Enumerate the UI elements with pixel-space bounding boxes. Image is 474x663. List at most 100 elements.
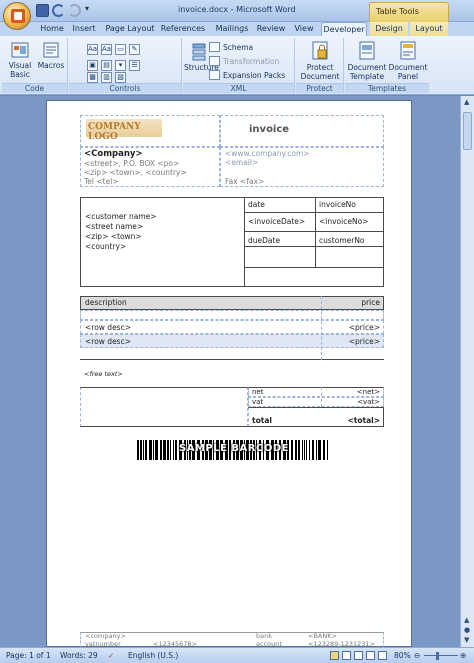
expansion-packs-button[interactable]: Expansion Packs xyxy=(209,70,285,80)
contact-cell: <www.company.com> <email> Fax <fax> xyxy=(220,147,384,187)
totals-spacer-cell xyxy=(80,387,248,427)
schema-button[interactable]: Schema xyxy=(209,42,253,52)
full-screen-reading-icon[interactable] xyxy=(342,651,351,660)
expansion-packs-icon xyxy=(209,70,220,80)
status-page[interactable]: Page: 1 of 1 xyxy=(6,651,51,660)
zoom-level[interactable]: 80% xyxy=(394,651,411,660)
items-spacer-row xyxy=(80,310,384,320)
undo-icon[interactable] xyxy=(52,4,65,17)
ribbon-tabs: Home Insert Page Layout References Maili… xyxy=(0,22,474,36)
protect-document-button[interactable]: Protect Document xyxy=(298,40,342,81)
zoom-slider[interactable] xyxy=(424,655,458,656)
save-icon[interactable] xyxy=(36,4,49,17)
draft-icon[interactable] xyxy=(378,651,387,660)
schema-icon xyxy=(209,42,220,52)
transformation-button[interactable]: Transformation xyxy=(209,56,279,66)
building-block-icon[interactable]: ▥ xyxy=(101,72,112,83)
legacy-tools-icon[interactable]: ▭ xyxy=(115,44,126,55)
group-icon[interactable]: ▧ xyxy=(115,72,126,83)
picture-control-icon[interactable]: ▣ xyxy=(87,60,98,71)
next-page-icon[interactable]: ▼ xyxy=(464,636,472,644)
macros-icon xyxy=(43,42,59,58)
tab-insert[interactable]: Insert xyxy=(70,22,98,36)
zoom-slider-thumb[interactable] xyxy=(436,652,439,660)
tab-references[interactable]: References xyxy=(160,22,206,36)
table-row: <row desc> <price> xyxy=(80,334,384,348)
scrollbar-thumb[interactable] xyxy=(463,112,472,150)
company-zip: <zip> <town>, <country> xyxy=(84,168,187,177)
select-browse-object-icon[interactable]: ● xyxy=(464,626,472,634)
view-buttons xyxy=(330,651,387,660)
previous-page-icon[interactable]: ▲ xyxy=(464,616,472,624)
text-control-icon[interactable]: Aa xyxy=(101,44,112,55)
company-cell: <Company> <street>, P.O. BOX <po> <zip> … xyxy=(80,147,220,187)
net-row: net <net> xyxy=(248,387,384,397)
properties-icon[interactable]: ☰ xyxy=(129,60,140,71)
tab-home[interactable]: Home xyxy=(38,22,66,36)
rich-text-control-icon[interactable]: Aa xyxy=(87,44,98,55)
group-protect-label: Protect xyxy=(296,83,343,93)
description-header: description xyxy=(85,298,127,307)
invoice-heading: invoice xyxy=(249,124,290,135)
visual-basic-button[interactable]: Visual Basic xyxy=(5,40,35,79)
customerno-label-cell: customerNo xyxy=(315,231,384,247)
document-panel-button[interactable]: Document Panel xyxy=(388,40,428,81)
document-template-button[interactable]: Document Template xyxy=(347,40,387,81)
web-layout-icon[interactable] xyxy=(354,651,363,660)
customer-country: <country> xyxy=(85,242,127,251)
items-bottom-row xyxy=(80,348,384,360)
scroll-up-icon[interactable]: ▲ xyxy=(464,98,472,106)
vertical-scrollbar[interactable]: ▲ ▲ ● ▼ xyxy=(460,96,474,647)
totals-column-divider xyxy=(321,387,322,407)
tab-review[interactable]: Review xyxy=(255,22,287,36)
tab-layout[interactable]: Layout xyxy=(410,22,448,36)
status-language[interactable]: English (U.S.) xyxy=(128,651,178,660)
table-row: <row desc> <price> xyxy=(80,320,384,334)
group-xml: Structure Schema Transformation Expansio… xyxy=(183,38,295,93)
total-row: total <total> xyxy=(248,407,384,427)
invoiceno-label-cell: invoiceNo xyxy=(315,197,384,213)
outline-icon[interactable] xyxy=(366,651,375,660)
office-button[interactable] xyxy=(3,2,31,30)
date-picker-icon[interactable]: ▦ xyxy=(87,72,98,83)
combo-box-icon[interactable]: ▤ xyxy=(101,60,112,71)
tab-page-layout[interactable]: Page Layout xyxy=(104,22,156,36)
zoom-out-icon[interactable]: ⊖ xyxy=(414,651,420,660)
date-label-cell: date xyxy=(244,197,316,213)
free-text: <free text> xyxy=(84,370,123,378)
row-desc: <row desc> xyxy=(85,323,131,332)
tab-developer[interactable]: Developer xyxy=(321,22,367,36)
controls-row-1: Aa Aa ▭ ✎ xyxy=(87,44,140,55)
zoom-in-icon[interactable]: ⊕ xyxy=(460,651,466,660)
tab-mailings[interactable]: Mailings xyxy=(212,22,252,36)
document-template-icon xyxy=(359,41,375,60)
tab-design[interactable]: Design xyxy=(370,22,408,36)
duedate-label-cell: dueDate xyxy=(244,231,316,247)
customer-name: <customer name> xyxy=(85,212,157,221)
macros-button[interactable]: Macros xyxy=(36,40,66,70)
invoice-date-cell: <invoiceDate> xyxy=(244,212,316,232)
document-page[interactable]: COMPANY LOGO invoice <Company> <street>,… xyxy=(46,100,412,648)
total-label: total xyxy=(252,416,272,425)
design-mode-icon[interactable]: ✎ xyxy=(129,44,140,55)
company-name: <Company> xyxy=(84,149,143,159)
group-protect: Protect Document Protect xyxy=(296,38,344,93)
quick-access-toolbar xyxy=(36,4,92,17)
print-layout-icon[interactable] xyxy=(330,651,339,660)
title-bar: invoice.docx - Microsoft Word Table Tool… xyxy=(0,0,474,22)
tab-view[interactable]: View xyxy=(291,22,317,36)
group-xml-label: XML xyxy=(183,83,294,93)
redo-icon[interactable] xyxy=(68,4,81,17)
ribbon: Visual Basic Macros Code Aa Aa ▭ ✎ ▣ ▤ ▾… xyxy=(0,36,474,95)
drop-down-list-icon[interactable]: ▾ xyxy=(115,60,126,71)
footer-company: <company> xyxy=(85,632,126,640)
customize-toolbar-icon[interactable] xyxy=(84,4,92,17)
customer-street: <street name> xyxy=(85,222,144,231)
row-price: <price> xyxy=(348,337,380,346)
proofing-icon[interactable]: ✓ xyxy=(108,651,114,660)
status-words[interactable]: Words: 29 xyxy=(60,651,98,660)
company-street: <street>, P.O. BOX <po> xyxy=(84,159,180,168)
controls-row-2: ▣ ▤ ▾ ☰ xyxy=(87,60,140,71)
company-fax: Fax <fax> xyxy=(225,177,265,186)
net-value: <net> xyxy=(356,388,380,396)
